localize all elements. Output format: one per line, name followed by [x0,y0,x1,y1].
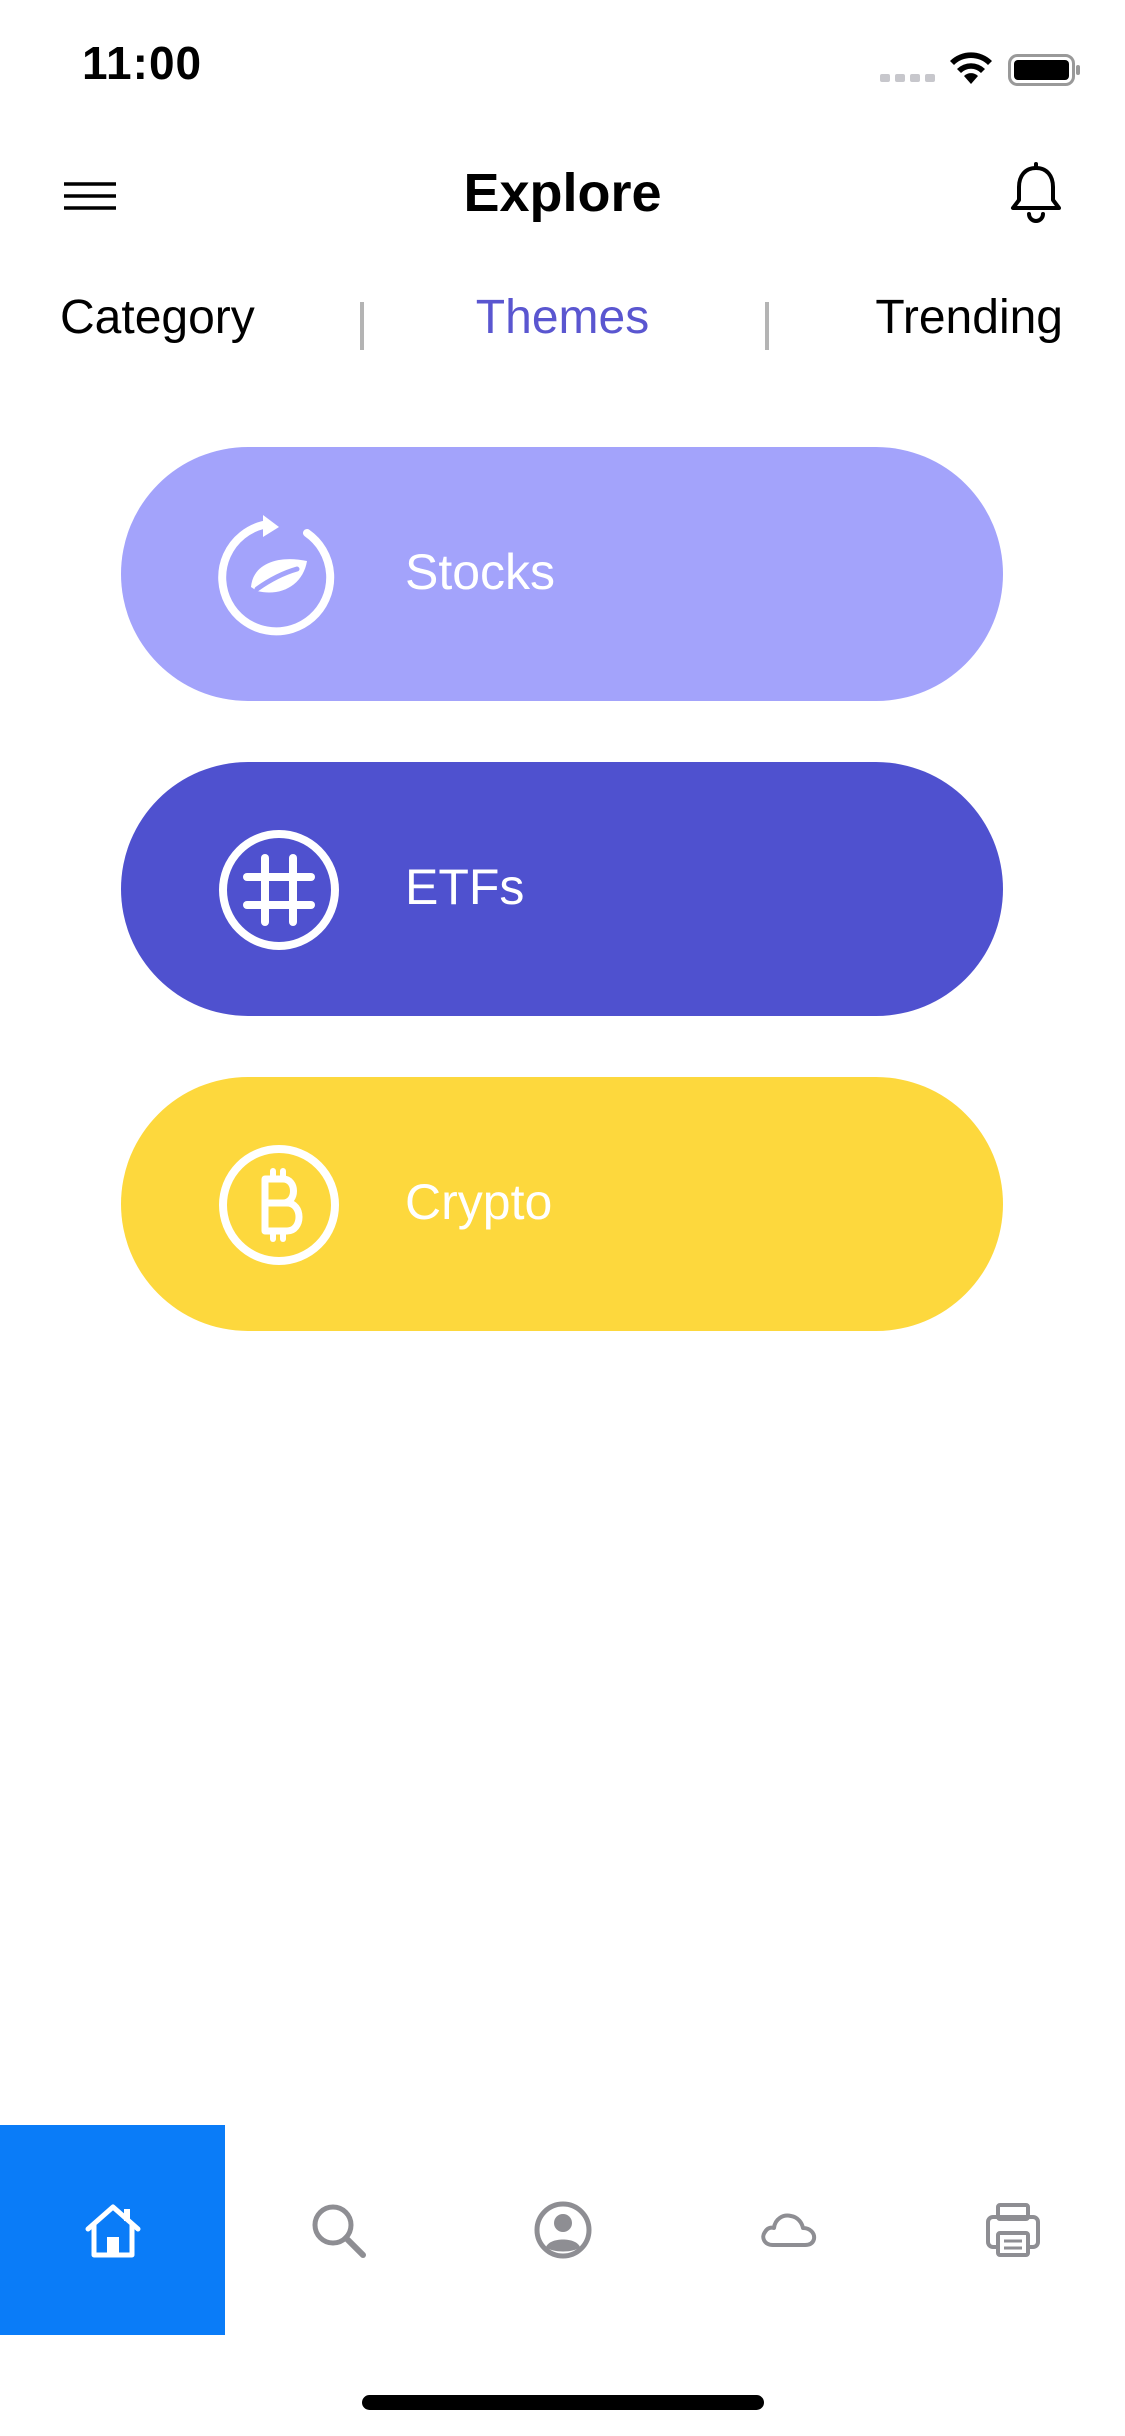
status-bar: 11:00 [0,0,1125,140]
tab-bar-cloud[interactable] [675,2125,900,2335]
home-indicator [362,2395,764,2410]
bell-icon[interactable] [1008,162,1064,226]
tab-bar-home[interactable] [0,2125,225,2335]
leaf-refresh-icon [218,515,335,636]
tab-bar-search[interactable] [225,2125,450,2335]
segment-tabs: Category Themes Trending [0,282,1125,362]
wifi-icon [950,52,992,84]
theme-card-label: Stocks [405,544,556,600]
theme-card-label: ETFs [405,859,525,915]
signal-icon [880,74,935,82]
printer-icon [986,2203,1040,2257]
profile-icon [534,2201,592,2259]
theme-card-crypto[interactable]: Crypto [121,1077,1003,1331]
cloud-icon [761,2213,817,2247]
home-icon [85,2204,141,2258]
theme-card-etfs[interactable]: ETFs [121,762,1003,1016]
tab-bar-profile[interactable] [450,2125,675,2335]
tab-trending[interactable]: Trending [875,290,1063,345]
theme-card-stocks[interactable]: Stocks [121,447,1003,701]
status-time: 11:00 [82,37,203,89]
search-icon [312,2204,366,2258]
hashtag-icon [219,830,339,950]
bottom-tab-bar [0,2125,1125,2335]
theme-card-label: Crypto [405,1174,553,1230]
bitcoin-icon [219,1145,339,1265]
battery-icon [1008,54,1080,86]
nav-bar: Explore [0,140,1125,250]
tab-divider [765,302,769,350]
tab-bar-print[interactable] [900,2125,1125,2335]
page-title: Explore [463,163,662,223]
